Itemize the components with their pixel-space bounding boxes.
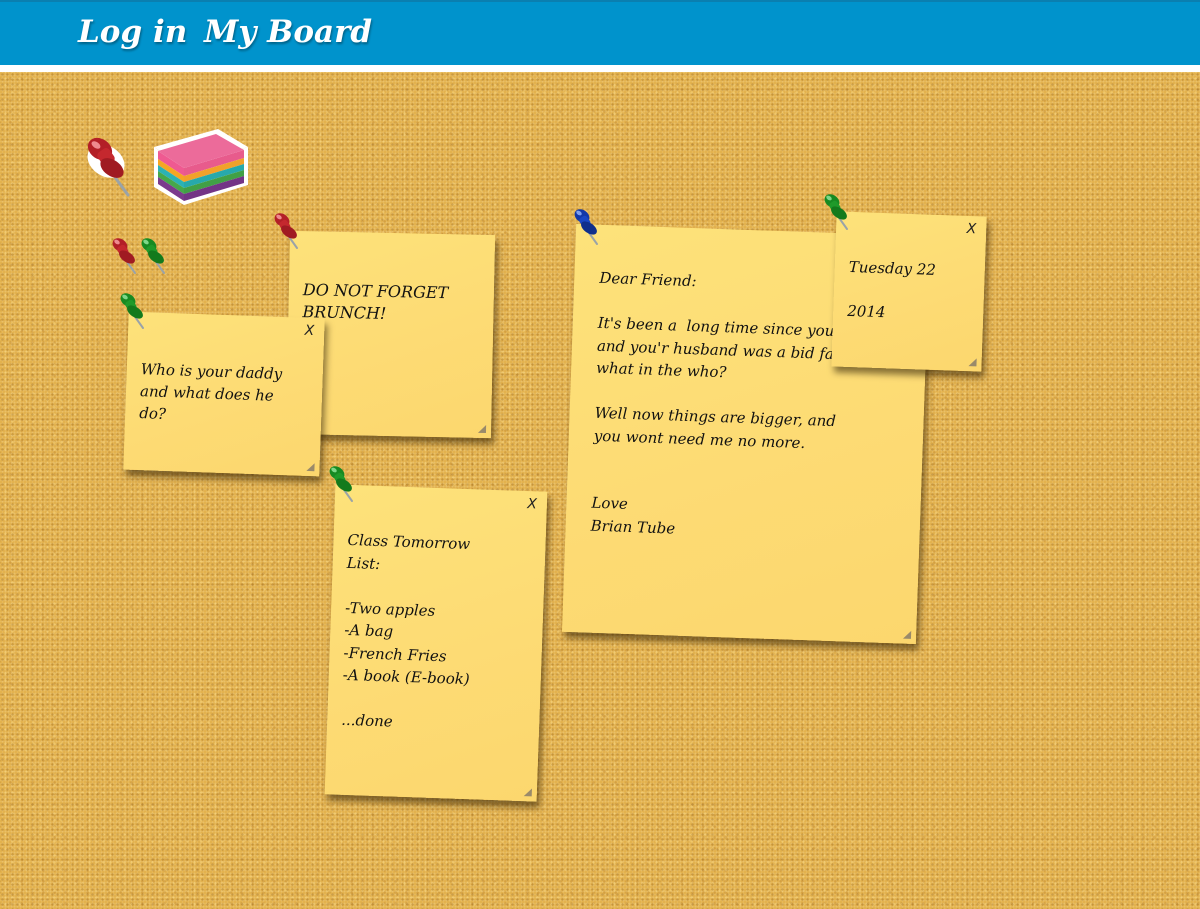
pin-graphic [120, 293, 144, 329]
pin-graphic [574, 209, 598, 245]
close-note-button[interactable]: X [304, 323, 314, 339]
resize-handle[interactable] [902, 630, 912, 639]
sticky-note-date[interactable]: X Tuesday 22 2014 [831, 211, 987, 372]
green-push-pin-icon [820, 193, 854, 233]
close-note-button[interactable]: X [527, 496, 537, 512]
red-push-pin-graphic [87, 137, 130, 197]
note-text[interactable]: DO NOT FORGET BRUNCH! [302, 279, 478, 327]
resize-handle[interactable] [306, 462, 315, 472]
my-board-link[interactable]: My Board [204, 14, 372, 50]
pin-graphic [274, 213, 298, 249]
sticky-note-stack-graphic [154, 129, 248, 205]
note-text[interactable]: Who is your daddy and what does he do? [139, 358, 307, 430]
note-text[interactable]: Tuesday 22 2014 [847, 256, 969, 326]
sticky-note-stack-icon[interactable] [150, 125, 250, 207]
red-push-pin-icon[interactable] [82, 135, 134, 199]
green-push-pin-icon [325, 465, 359, 505]
green-push-pin-icon[interactable] [137, 237, 171, 277]
blue-push-pin-icon [570, 208, 604, 248]
resize-handle[interactable] [968, 358, 977, 367]
sticky-note-daddy[interactable]: X Who is your daddy and what does he do? [123, 311, 325, 477]
login-link[interactable]: Log in [78, 14, 187, 50]
close-note-button[interactable]: X [966, 221, 976, 237]
top-nav-bar: Log in My Board [0, 0, 1200, 65]
pin-graphic [141, 238, 165, 274]
note-text[interactable]: Class Tomorrow List: -Two apples -A bag … [341, 529, 530, 738]
resize-handle[interactable] [523, 788, 532, 797]
resize-handle[interactable] [477, 424, 487, 434]
pin-graphic [329, 466, 353, 502]
sticky-note-class[interactable]: X Class Tomorrow List: -Two apples -A ba… [324, 484, 548, 802]
green-push-pin-icon [116, 292, 150, 332]
pin-graphic [824, 194, 848, 230]
red-push-pin-icon [270, 212, 304, 252]
